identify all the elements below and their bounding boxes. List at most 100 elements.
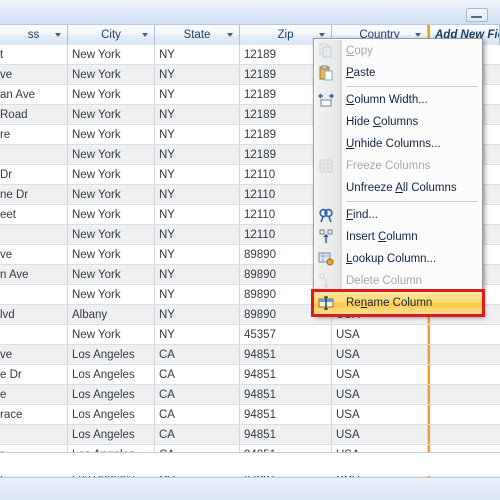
cell-state[interactable]: CA [155,385,240,405]
cell-address[interactable] [0,325,68,345]
chevron-down-icon[interactable] [415,33,421,37]
cell-address[interactable] [0,285,68,305]
chevron-down-icon[interactable] [55,33,61,37]
cell-city[interactable]: New York [68,185,155,205]
column-header-address[interactable]: ss [0,25,68,45]
cell-city[interactable]: Los Angeles [68,365,155,385]
cell-state[interactable]: NY [155,165,240,185]
cell-address[interactable]: t [0,45,68,65]
cell-country[interactable]: USA [332,425,428,445]
column-context-menu[interactable]: Copy Paste Column Width... Hide Columns Unhi… [311,38,485,317]
cell-state[interactable]: NY [155,225,240,245]
cell-city[interactable]: New York [68,125,155,145]
cell-state[interactable]: NY [155,105,240,125]
cell-state[interactable]: NY [155,205,240,225]
cell-address[interactable]: race [0,405,68,425]
menu-item-paste[interactable]: Paste [314,62,482,84]
menu-item-column-width[interactable]: Column Width... [314,89,482,111]
column-header-city[interactable]: City [68,25,155,45]
table-row[interactable]: e Los Angeles CA 94851 USA [0,385,500,405]
table-row[interactable]: race Los Angeles CA 94851 USA [0,405,500,425]
cell-city[interactable]: New York [68,165,155,185]
cell-city[interactable]: New York [68,205,155,225]
cell-city[interactable]: New York [68,265,155,285]
new-field-cell[interactable] [428,345,500,365]
cell-address[interactable]: Road [0,105,68,125]
menu-item-unfreeze-all-columns[interactable]: Unfreeze All Columns [314,177,482,199]
new-field-cell[interactable] [428,365,500,385]
cell-city[interactable]: Los Angeles [68,405,155,425]
cell-state[interactable]: CA [155,345,240,365]
cell-address[interactable] [0,425,68,445]
cell-state[interactable]: NY [155,85,240,105]
cell-address[interactable]: ve [0,65,68,85]
new-field-cell[interactable] [428,425,500,445]
cell-city[interactable]: New York [68,145,155,165]
cell-zip[interactable]: 94851 [240,365,332,385]
cell-city[interactable]: New York [68,285,155,305]
new-field-cell[interactable] [428,385,500,405]
cell-address[interactable]: lvd [0,305,68,325]
menu-item-insert-column[interactable]: Insert Column [314,226,482,248]
menu-item-unhide-columns[interactable]: Unhide Columns... [314,133,482,155]
table-row[interactable]: e Dr Los Angeles CA 94851 USA [0,365,500,385]
cell-city[interactable]: New York [68,225,155,245]
menu-item-lookup-column[interactable]: Lookup Column... [314,248,482,270]
cell-state[interactable]: NY [155,45,240,65]
cell-address[interactable]: ve [0,345,68,365]
cell-address[interactable]: n Ave [0,265,68,285]
cell-state[interactable]: NY [155,185,240,205]
cell-address[interactable]: an Ave [0,85,68,105]
cell-state[interactable]: NY [155,265,240,285]
new-field-cell[interactable] [428,325,500,345]
cell-city[interactable]: New York [68,65,155,85]
chevron-down-icon[interactable] [227,33,233,37]
column-header-state[interactable]: State [155,25,240,45]
cell-state[interactable]: NY [155,65,240,85]
cell-country[interactable]: USA [332,385,428,405]
table-row[interactable]: Los Angeles CA 94851 USA [0,425,500,445]
cell-zip[interactable]: 94851 [240,345,332,365]
cell-city[interactable]: Los Angeles [68,385,155,405]
cell-zip[interactable]: 94851 [240,405,332,425]
cell-address[interactable]: re [0,125,68,145]
cell-state[interactable]: CA [155,365,240,385]
cell-country[interactable]: USA [332,345,428,365]
cell-address[interactable]: eet [0,205,68,225]
cell-country[interactable]: USA [332,405,428,425]
cell-zip[interactable]: 94851 [240,385,332,405]
cell-zip[interactable]: 45357 [240,325,332,345]
menu-item-hide-columns[interactable]: Hide Columns [314,111,482,133]
table-row[interactable]: New York NY 45357 USA [0,325,500,345]
cell-state[interactable]: NY [155,325,240,345]
menu-item-rename-column[interactable]: Rename Column [314,292,482,314]
cell-country[interactable]: USA [332,365,428,385]
cell-state[interactable]: NY [155,285,240,305]
cell-city[interactable]: Los Angeles [68,425,155,445]
cell-address[interactable]: Dr [0,165,68,185]
cell-address[interactable] [0,145,68,165]
cell-city[interactable]: New York [68,85,155,105]
cell-city[interactable]: Los Angeles [68,345,155,365]
cell-city[interactable]: Albany [68,305,155,325]
cell-city[interactable]: New York [68,105,155,125]
chevron-down-icon[interactable] [319,33,325,37]
cell-city[interactable]: New York [68,325,155,345]
cell-city[interactable]: New York [68,45,155,65]
minimize-button[interactable] [466,8,488,22]
cell-state[interactable]: NY [155,305,240,325]
cell-address[interactable]: ne Dr [0,185,68,205]
cell-address[interactable]: e [0,385,68,405]
chevron-down-icon[interactable] [142,33,148,37]
cell-city[interactable]: New York [68,245,155,265]
cell-address[interactable]: ve [0,245,68,265]
table-row[interactable]: ve Los Angeles CA 94851 USA [0,345,500,365]
cell-address[interactable]: e Dr [0,365,68,385]
cell-state[interactable]: NY [155,245,240,265]
cell-state[interactable]: CA [155,425,240,445]
cell-state[interactable]: NY [155,125,240,145]
cell-address[interactable] [0,225,68,245]
cell-zip[interactable]: 94851 [240,425,332,445]
cell-state[interactable]: CA [155,405,240,425]
menu-item-find[interactable]: Find... [314,204,482,226]
